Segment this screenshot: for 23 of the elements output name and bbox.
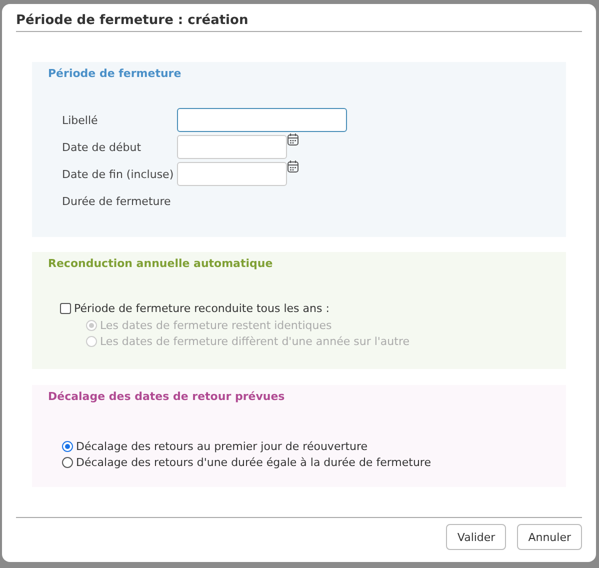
section-heading: Décalage des dates de retour prévues xyxy=(48,390,285,403)
radio-label: Décalage des retours d'une durée égale à la durée de fermeture xyxy=(76,456,431,468)
radio-label: Les dates de fermeture diffèrent d'une année sur l'autre xyxy=(100,334,410,348)
dialog-title: Période de fermeture : création xyxy=(16,12,250,30)
input-field[interactable] xyxy=(177,108,347,132)
date-field[interactable] xyxy=(177,162,287,186)
field-label: Libellé xyxy=(62,114,99,126)
section-heading: Reconduction annuelle automatique xyxy=(48,257,273,270)
radio-button[interactable] xyxy=(62,456,73,468)
checkbox-label: Période de fermeture reconduite tous les ans : xyxy=(74,302,330,315)
calendar-icon[interactable] xyxy=(287,160,299,173)
date-field[interactable] xyxy=(177,135,287,159)
field-label: Date de fin (incluse) xyxy=(62,168,175,180)
field-label: Date de début xyxy=(62,140,142,154)
radio-label: Les dates de fermeture restent identiques xyxy=(100,318,332,332)
dialog-button[interactable]: Valider xyxy=(446,524,506,550)
field-label: Durée de fermeture xyxy=(62,194,172,210)
calendar-icon[interactable] xyxy=(287,133,299,146)
dialog-button[interactable]: Annuler xyxy=(517,524,582,550)
checkbox[interactable] xyxy=(60,303,71,314)
radio-label: Décalage des retours au premier jour de réouverture xyxy=(76,440,368,452)
radio-button[interactable] xyxy=(62,440,73,452)
section-heading: Période de fermeture xyxy=(48,67,182,80)
